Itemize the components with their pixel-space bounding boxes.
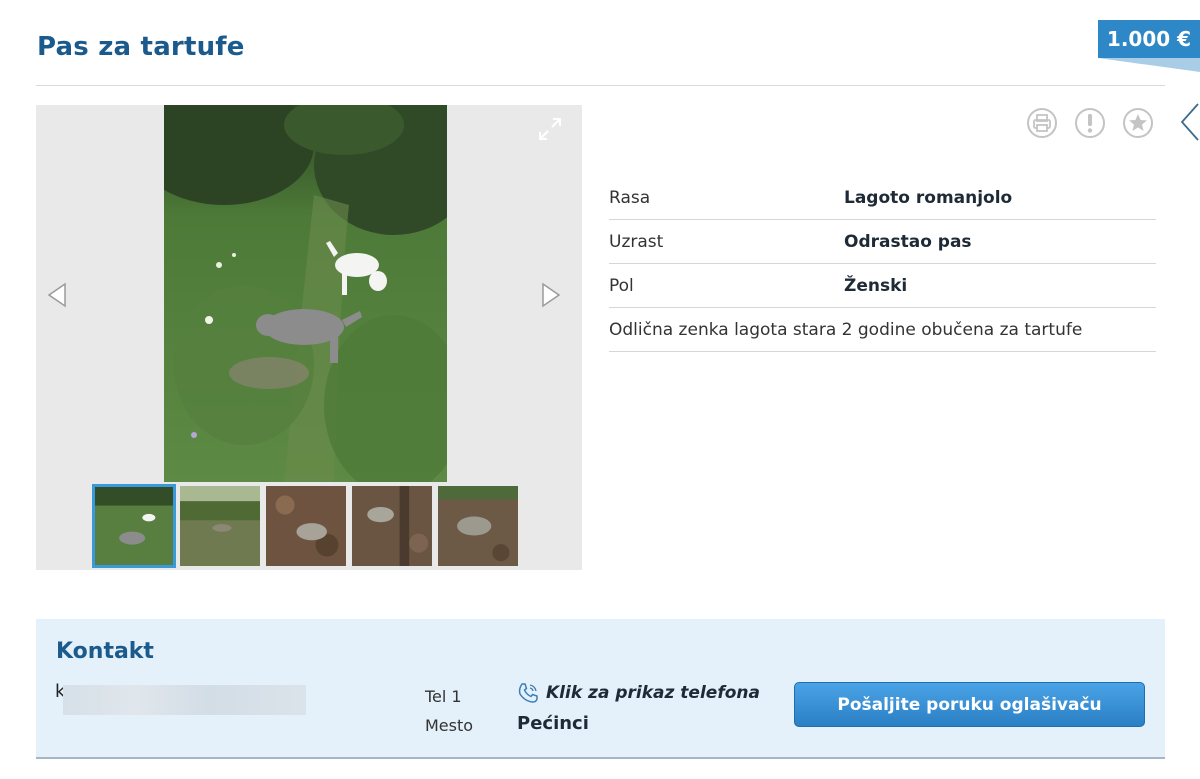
main-photo[interactable] <box>164 105 447 482</box>
show-phone-text: Klik za prikaz telefona <box>546 683 760 703</box>
listing-description: Odlična zenka lagota stara 2 godine obuč… <box>609 319 1083 340</box>
spec-value: Lagoto romanjolo <box>844 187 1013 208</box>
thumbnail-strip <box>92 484 520 568</box>
spec-label: Pol <box>609 275 634 296</box>
next-arrow-icon[interactable] <box>539 281 563 309</box>
contact-title: Kontakt <box>56 639 154 664</box>
redacted-name <box>63 685 306 715</box>
spec-row-age: Uzrast Odrastao pas <box>609 220 1156 264</box>
report-icon[interactable] <box>1074 107 1106 139</box>
previous-arrow-icon[interactable] <box>45 281 69 309</box>
thumbnail-1[interactable] <box>92 484 176 568</box>
price-badge: 1.000 € <box>1098 20 1200 58</box>
spec-label: Rasa <box>609 187 651 208</box>
phone-icon <box>518 683 538 703</box>
specs-table: Rasa Lagoto romanjolo Uzrast Odrastao pa… <box>609 176 1156 352</box>
title-divider <box>36 85 1165 86</box>
tel-label: Tel 1 <box>425 687 462 706</box>
contact-panel: Kontakt k Tel 1 Mesto Klik za prikaz tel… <box>36 619 1165 759</box>
spec-row-breed: Rasa Lagoto romanjolo <box>609 176 1156 220</box>
show-phone-link[interactable]: Klik za prikaz telefona <box>516 681 760 705</box>
price-badge-tail <box>1098 58 1200 72</box>
print-icon[interactable] <box>1026 107 1058 139</box>
thumbnail-2[interactable] <box>178 484 262 568</box>
spec-row-sex: Pol Ženski <box>609 264 1156 308</box>
side-panel-arrow-icon[interactable] <box>1178 96 1200 148</box>
spec-value: Ženski <box>844 275 908 296</box>
page-title: Pas za tartufe <box>37 32 245 62</box>
send-message-button[interactable]: Pošaljite poruku oglašivaču <box>794 682 1145 727</box>
city-value: Pećinci <box>517 713 589 734</box>
thumbnail-5[interactable] <box>436 484 520 568</box>
favorite-star-icon[interactable] <box>1122 107 1154 139</box>
thumbnail-3[interactable] <box>264 484 348 568</box>
photo-gallery <box>36 105 582 570</box>
city-label: Mesto <box>425 716 474 735</box>
spec-label: Uzrast <box>609 231 664 252</box>
spec-row-description: Odlična zenka lagota stara 2 godine obuč… <box>609 308 1156 352</box>
expand-icon[interactable] <box>536 115 564 143</box>
spec-value: Odrastao pas <box>844 231 972 252</box>
thumbnail-4[interactable] <box>350 484 434 568</box>
